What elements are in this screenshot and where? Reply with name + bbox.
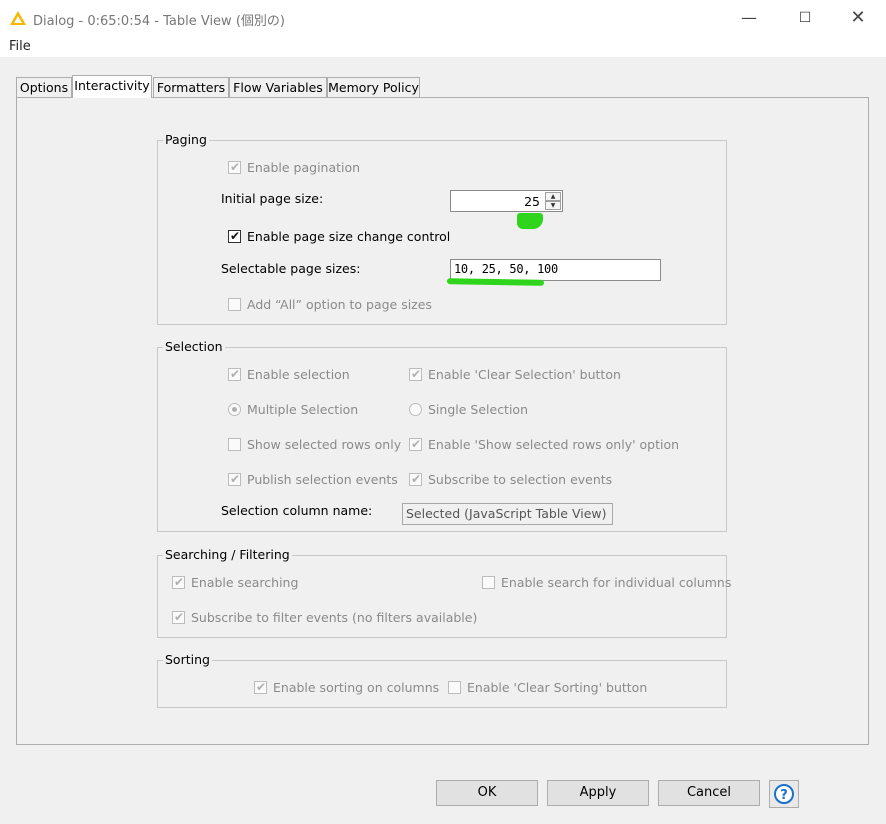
checkbox-box [228, 298, 241, 311]
close-button[interactable]: ✕ [843, 6, 873, 30]
checkbox-box [228, 438, 241, 451]
initial-page-size-spinner[interactable]: 25 ▲ ▼ [450, 190, 563, 212]
title-bar: Dialog - 0:65:0:54 - Table View (個別の) — … [0, 0, 886, 37]
checkbox-box [448, 681, 461, 694]
help-icon: ? [774, 784, 794, 804]
radio-circle [409, 403, 422, 416]
help-button[interactable]: ? [769, 780, 799, 808]
spinner-down-icon[interactable]: ▼ [545, 201, 561, 210]
cancel-button[interactable]: Cancel [658, 780, 760, 806]
selection-legend: Selection [163, 339, 225, 354]
publish-selection-events-label: Publish selection events [247, 472, 398, 487]
enable-sorting-label: Enable sorting on columns [273, 680, 440, 695]
enable-selection-label: Enable selection [247, 367, 350, 382]
single-selection-label: Single Selection [428, 402, 529, 417]
initial-page-size-label: Initial page size: [221, 191, 324, 206]
selection-column-name-field: Selected (JavaScript Table View) [402, 503, 613, 525]
enable-page-size-change-label: Enable page size change control [247, 229, 451, 244]
tab-interactivity[interactable]: Interactivity [72, 75, 152, 98]
radio-circle [228, 403, 241, 416]
enable-searching-label: Enable searching [191, 575, 299, 590]
enable-clear-sorting-label: Enable 'Clear Sorting' button [467, 680, 648, 695]
checkbox-box: ✔ [254, 680, 267, 694]
checkbox-box: ✔ [409, 437, 422, 451]
enable-show-selected-option-label: Enable 'Show selected rows only' option [428, 437, 680, 452]
spinner-up-icon[interactable]: ▲ [545, 192, 561, 201]
checkbox-box [482, 576, 495, 589]
initial-page-size-value: 25 [524, 194, 540, 209]
svg-text:?: ? [780, 788, 788, 803]
show-selected-only-label: Show selected rows only [247, 437, 402, 452]
checkbox-box: ✔ [172, 575, 185, 589]
checkbox-box: ✔ [409, 472, 422, 486]
tab-memory-policy[interactable]: Memory Policy [327, 77, 420, 97]
maximize-button[interactable]: ☐ [790, 6, 820, 30]
add-all-option-label: Add “All” option to page sizes [247, 297, 432, 312]
tab-options[interactable]: Options [16, 77, 72, 97]
checkbox-box: ✔ [228, 160, 241, 174]
enable-column-search-label: Enable search for individual columns [501, 575, 732, 590]
multiple-selection-label: Multiple Selection [247, 402, 359, 417]
enable-pagination-label: Enable pagination [247, 160, 361, 175]
subscribe-selection-events-label: Subscribe to selection events [428, 472, 613, 487]
searching-legend: Searching / Filtering [163, 547, 292, 562]
checkbox-box: ✔ [228, 367, 241, 381]
selectable-page-sizes-input[interactable]: 10, 25, 50, 100 [450, 259, 661, 281]
sorting-legend: Sorting [163, 652, 212, 667]
tab-formatters[interactable]: Formatters [153, 77, 229, 97]
tab-flow-variables[interactable]: Flow Variables [229, 77, 327, 97]
knime-triangle-icon [10, 11, 26, 25]
checkbox-box: ✔ [228, 229, 241, 243]
menu-file[interactable]: File [9, 39, 31, 54]
checkbox-box: ✔ [409, 367, 422, 381]
selection-column-name-label: Selection column name: [221, 503, 373, 518]
enable-clear-selection-label: Enable 'Clear Selection' button [428, 367, 621, 382]
apply-button[interactable]: Apply [547, 780, 649, 806]
menu-bar: File [0, 37, 886, 57]
green-highlight-mark [517, 213, 543, 229]
checkbox-box: ✔ [172, 610, 185, 624]
ok-button[interactable]: OK [436, 780, 538, 806]
subscribe-filter-events-label: Subscribe to filter events (no filters a… [191, 610, 478, 625]
checkbox-box: ✔ [228, 472, 241, 486]
paging-legend: Paging [163, 132, 209, 147]
minimize-button[interactable]: — [734, 6, 764, 30]
window-title: Dialog - 0:65:0:54 - Table View (個別の) [33, 14, 285, 29]
selectable-page-sizes-label: Selectable page sizes: [221, 261, 361, 276]
